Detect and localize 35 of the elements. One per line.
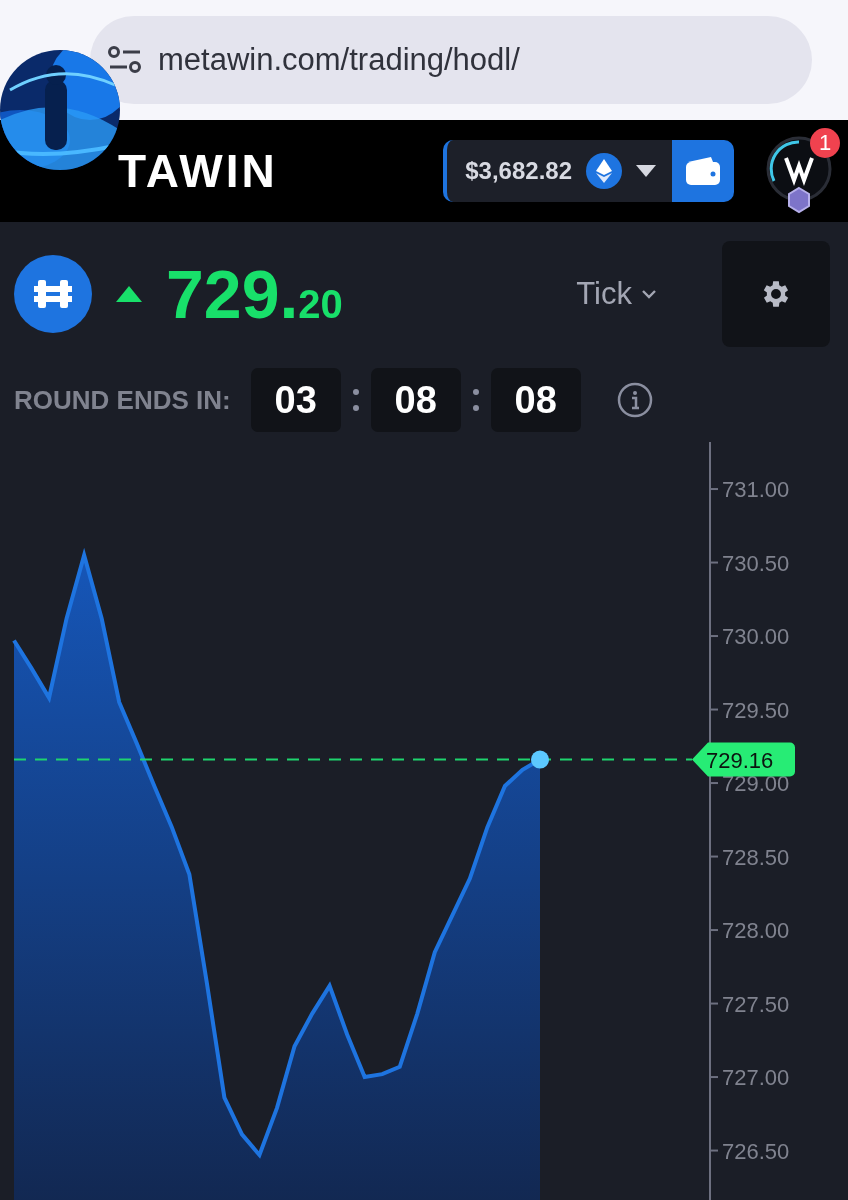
current-point xyxy=(531,750,549,769)
logo[interactable]: TAWIN xyxy=(118,144,278,198)
colon-icon xyxy=(472,389,479,411)
url-text: metawin.com/trading/hodl/ xyxy=(158,42,520,78)
chevron-down-icon xyxy=(642,289,656,299)
settings-button[interactable] xyxy=(722,241,830,347)
profile-level-icon[interactable] xyxy=(764,136,834,216)
axis-tick-label: 727.00 xyxy=(722,1065,790,1091)
axis-tick-label: 728.00 xyxy=(722,918,790,944)
site-settings-icon[interactable] xyxy=(108,45,142,75)
axis-tick-label: 726.50 xyxy=(722,1138,790,1164)
caret-icon xyxy=(636,165,656,177)
notification-badge: 1 xyxy=(810,128,840,158)
ethereum-icon xyxy=(586,153,622,189)
info-icon[interactable] xyxy=(616,382,653,418)
timer-digits: 03 xyxy=(250,368,341,432)
timer-digits: 08 xyxy=(370,368,461,432)
colon-icon xyxy=(352,389,359,411)
interval-dropdown[interactable]: Tick xyxy=(570,275,662,313)
coin-icon xyxy=(14,255,92,333)
ref-line-label: 729.16 xyxy=(706,747,774,773)
address-bar[interactable]: metawin.com/trading/hodl/ xyxy=(90,16,812,104)
axis-tick-label: 731.00 xyxy=(722,477,790,503)
wallet-icon xyxy=(685,156,721,186)
axis-tick-label: 727.50 xyxy=(722,991,790,1017)
current-price-tag: 729.16 xyxy=(692,742,795,777)
balance-selector[interactable]: $3,682.82 xyxy=(443,140,672,202)
axis-tick-label: 730.00 xyxy=(722,624,790,650)
axis-tick-label: 728.50 xyxy=(722,844,790,870)
timer-digits: 08 xyxy=(490,368,581,432)
axis-tick-label: 729.50 xyxy=(722,697,790,723)
round-label: ROUND ENDS IN: xyxy=(14,384,231,416)
price-value: 729.20 xyxy=(166,255,343,333)
axis-tick-label: 730.50 xyxy=(722,550,790,576)
wallet-button[interactable] xyxy=(672,140,734,202)
